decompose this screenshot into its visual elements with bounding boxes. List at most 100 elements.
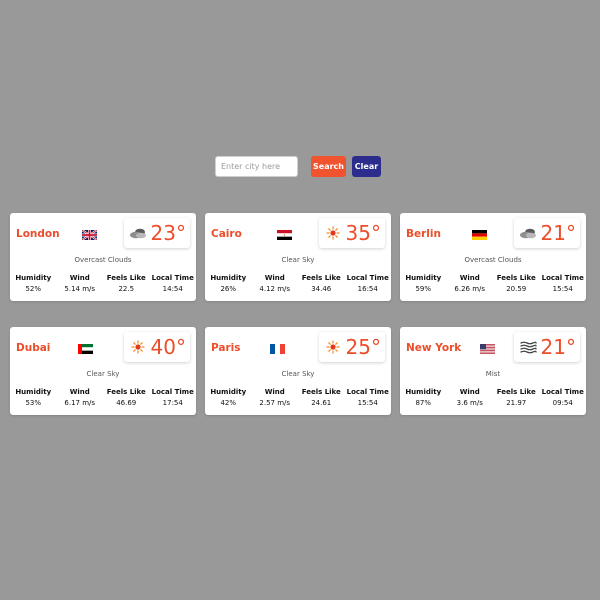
stat-local-time: Local Time 15:54: [540, 274, 587, 293]
stat-label: Local Time: [541, 388, 584, 396]
germany-flag-icon: [472, 230, 487, 240]
stat-label: Humidity: [15, 388, 52, 396]
stat-label: Feels Like: [106, 274, 146, 282]
uk-flag-icon: [82, 230, 97, 240]
local-time-value: 16:54: [357, 285, 378, 293]
temperature-box: 40°: [124, 332, 190, 362]
stat-feels-like: Feels Like 46.69: [103, 388, 150, 407]
stat-local-time: Local Time 15:54: [345, 388, 392, 407]
temperature: 21°: [540, 221, 576, 245]
local-time-value: 15:54: [552, 285, 573, 293]
local-time-value: 09:54: [552, 399, 573, 407]
stat-humidity: Humidity 87%: [400, 388, 447, 407]
feels-like-value: 20.59: [506, 285, 527, 293]
weather-card-berlin: Berlin 21° Overcast Clouds Humidity 59% W…: [400, 213, 586, 301]
temperature: 35°: [345, 221, 381, 245]
france-flag-icon: [270, 344, 285, 354]
stat-wind: Wind 6.26 m/s: [447, 274, 494, 293]
search-button[interactable]: Search: [311, 156, 346, 177]
wind-value: 6.17 m/s: [64, 399, 96, 407]
stat-label: Feels Like: [496, 388, 536, 396]
stat-label: Feels Like: [496, 274, 536, 282]
weather-condition: Overcast Clouds: [464, 256, 522, 264]
stat-humidity: Humidity 42%: [205, 388, 252, 407]
stat-wind: Wind 2.57 m/s: [252, 388, 299, 407]
sun-icon: [131, 340, 145, 354]
wind-value: 2.57 m/s: [259, 399, 291, 407]
humidity-value: 26%: [220, 285, 237, 293]
temperature-box: 21°: [514, 332, 580, 362]
stat-feels-like: Feels Like 34.46: [298, 274, 345, 293]
local-time-value: 17:54: [162, 399, 183, 407]
stat-label: Local Time: [541, 274, 584, 282]
wind-value: 6.26 m/s: [454, 285, 486, 293]
weather-card-new-york: New York 21° Mist Humidity 87% Wind 3.6 m/…: [400, 327, 586, 415]
stat-label: Local Time: [151, 274, 194, 282]
weather-stats: Humidity 59% Wind 6.26 m/s Feels Like 20.59…: [400, 274, 586, 293]
weather-card-london: London 23° Overcast Clouds Humidity 52% W…: [10, 213, 196, 301]
humidity-value: 52%: [25, 285, 42, 293]
stat-feels-like: Feels Like 21.97: [493, 388, 540, 407]
stat-feels-like: Feels Like 20.59: [493, 274, 540, 293]
stat-label: Humidity: [405, 274, 442, 282]
wind-value: 5.14 m/s: [64, 285, 96, 293]
stat-feels-like: Feels Like 22.5: [103, 274, 150, 293]
stat-feels-like: Feels Like 24.61: [298, 388, 345, 407]
clear-button[interactable]: Clear: [352, 156, 381, 177]
stat-label: Humidity: [405, 388, 442, 396]
stat-label: Humidity: [210, 274, 247, 282]
stat-label: Local Time: [346, 274, 389, 282]
wind-value: 4.12 m/s: [259, 285, 291, 293]
stat-wind: Wind 3.6 m/s: [447, 388, 494, 407]
temperature: 23°: [150, 221, 186, 245]
stat-label: Humidity: [15, 274, 52, 282]
city-name: London: [16, 228, 60, 240]
stat-label: Wind: [69, 274, 90, 282]
city-name: Cairo: [211, 228, 242, 240]
city-name: Dubai: [16, 342, 51, 354]
stat-humidity: Humidity 52%: [10, 274, 57, 293]
feels-like-value: 24.61: [311, 399, 332, 407]
weather-condition: Overcast Clouds: [74, 256, 132, 264]
humidity-value: 59%: [415, 285, 432, 293]
humidity-value: 53%: [25, 399, 42, 407]
weather-condition: Clear Sky: [86, 370, 120, 378]
mist-icon: [520, 341, 537, 354]
uae-flag-icon: [78, 344, 93, 354]
weather-condition: Clear Sky: [281, 370, 315, 378]
city-name: Berlin: [406, 228, 441, 240]
local-time-value: 15:54: [357, 399, 378, 407]
stat-label: Wind: [264, 274, 285, 282]
feels-like-value: 22.5: [118, 285, 135, 293]
stat-label: Wind: [459, 388, 480, 396]
stat-label: Wind: [459, 274, 480, 282]
weather-condition: Mist: [485, 370, 501, 378]
stat-label: Wind: [264, 388, 285, 396]
city-name: New York: [406, 342, 462, 354]
overcast-clouds-icon: [520, 228, 536, 239]
feels-like-value: 34.46: [311, 285, 332, 293]
stat-label: Local Time: [346, 388, 389, 396]
weather-card-paris: Paris 25° Clear Sky Humidity 42% Wind 2.57…: [205, 327, 391, 415]
weather-stats: Humidity 52% Wind 5.14 m/s Feels Like 22.5 …: [10, 274, 196, 293]
stat-label: Feels Like: [106, 388, 146, 396]
temperature-box: 23°: [124, 218, 190, 248]
temperature: 40°: [150, 335, 186, 359]
feels-like-value: 46.69: [116, 399, 137, 407]
stat-humidity: Humidity 53%: [10, 388, 57, 407]
stat-wind: Wind 5.14 m/s: [57, 274, 104, 293]
weather-stats: Humidity 87% Wind 3.6 m/s Feels Like 21.97 …: [400, 388, 586, 407]
city-search-input[interactable]: [215, 156, 298, 177]
weather-stats: Humidity 42% Wind 2.57 m/s Feels Like 24.61…: [205, 388, 391, 407]
stat-label: Feels Like: [301, 274, 341, 282]
sun-icon: [326, 226, 340, 240]
usa-flag-icon: [480, 344, 495, 354]
egypt-flag-icon: [277, 230, 292, 240]
temperature-box: 21°: [514, 218, 580, 248]
weather-stats: Humidity 53% Wind 6.17 m/s Feels Like 46.69…: [10, 388, 196, 407]
overcast-clouds-icon: [130, 228, 146, 239]
humidity-value: 87%: [415, 399, 432, 407]
stat-label: Humidity: [210, 388, 247, 396]
stat-wind: Wind 6.17 m/s: [57, 388, 104, 407]
stat-humidity: Humidity 59%: [400, 274, 447, 293]
